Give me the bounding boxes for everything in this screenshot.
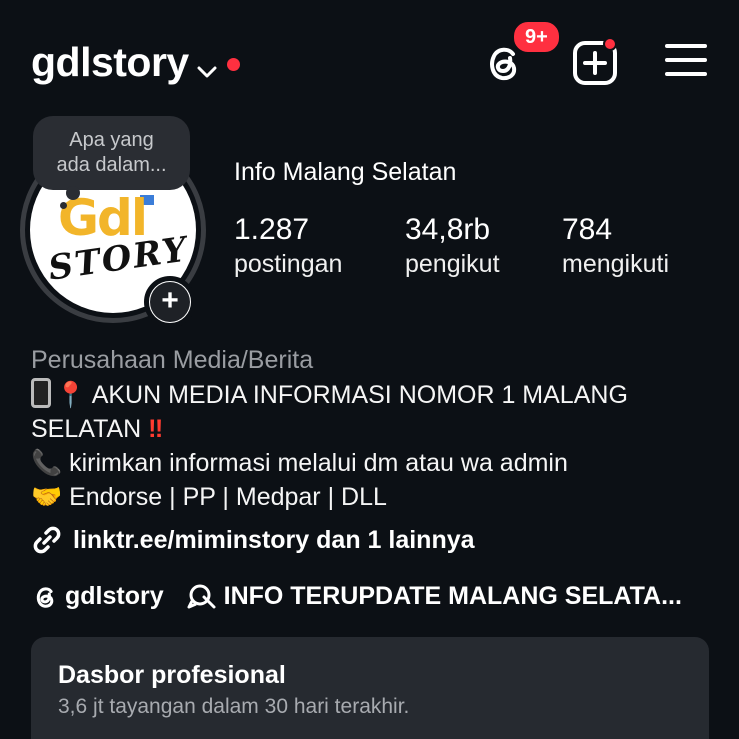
threads-badge: 9+ xyxy=(512,20,561,54)
note-bubble-tail-small xyxy=(60,202,67,209)
bio-line: 📞 kirimkan informasi melalui dm atau wa … xyxy=(31,446,721,480)
bio: 📍 AKUN MEDIA INFORMASI NOMOR 1 MALANG SE… xyxy=(31,378,721,514)
account-switcher[interactable]: gdlstory xyxy=(31,36,240,89)
note-text-line1: Apa yang xyxy=(69,129,154,151)
mobile-phone-icon xyxy=(31,378,51,408)
profile-tags: gdlstory INFO TERUPDATE MALANG SELATA... xyxy=(31,582,682,611)
bio-text: AKUN MEDIA INFORMASI NOMOR 1 MALANG xyxy=(86,381,628,409)
stat-label: pengikut xyxy=(405,250,500,278)
chevron-down-icon xyxy=(197,42,217,89)
external-link[interactable]: linktr.ee/miminstory dan 1 lainnya xyxy=(31,524,475,556)
threads-profile-link[interactable]: gdlstory xyxy=(31,582,164,611)
stat-posts[interactable]: 1.287 postingan xyxy=(234,212,342,280)
bio-line: SELATAN ‼ xyxy=(31,412,721,446)
handshake-icon: 🤝 xyxy=(31,483,63,511)
bio-text: SELATAN xyxy=(31,415,149,443)
bio-text: kirimkan informasi melalui dm atau wa ad… xyxy=(62,449,568,477)
note-bubble-tail xyxy=(66,186,80,200)
stat-value: 784 xyxy=(562,213,613,246)
stat-label: mengikuti xyxy=(562,250,669,278)
bio-text: Endorse | PP | Medpar | DLL xyxy=(62,483,387,511)
bio-line: 📍 AKUN MEDIA INFORMASI NOMOR 1 MALANG xyxy=(31,378,721,412)
stat-following[interactable]: 784 mengikuti xyxy=(562,212,669,280)
stat-value: 34,8rb xyxy=(405,213,491,246)
display-name: Info Malang Selatan xyxy=(234,158,457,186)
pin-icon: 📍 xyxy=(55,381,87,409)
stat-followers[interactable]: 34,8rb pengikut xyxy=(405,212,500,280)
threads-icon xyxy=(36,586,54,608)
username-title: gdlstory xyxy=(31,39,189,85)
threads-handle: gdlstory xyxy=(65,582,164,610)
stat-value: 1.287 xyxy=(234,213,310,246)
professional-dashboard-card[interactable]: Dasbor profesional 3,6 jt tayangan dalam… xyxy=(31,637,709,739)
profile-page: gdlstory 9+ Gdl STORY Apa yang ada dalam… xyxy=(0,0,739,739)
telephone-icon: 📞 xyxy=(31,449,63,477)
dashboard-title: Dasbor profesional xyxy=(58,661,286,689)
stat-label: postingan xyxy=(234,250,343,278)
note-text-line2: ada dalam... xyxy=(56,154,167,176)
add-story-button[interactable]: + xyxy=(144,276,196,328)
notification-dot xyxy=(226,58,240,71)
link-text: linktr.ee/miminstory dan 1 lainnya xyxy=(73,525,475,554)
menu-icon xyxy=(665,44,707,76)
link-icon xyxy=(33,526,61,554)
menu-button[interactable] xyxy=(665,44,707,78)
note-bubble[interactable]: Apa yang ada dalam... xyxy=(33,116,190,190)
create-notification-dot xyxy=(603,37,617,51)
plus-icon: + xyxy=(150,282,190,322)
dashboard-subtitle: 3,6 jt tayangan dalam 30 hari terakhir. xyxy=(58,695,410,718)
profile-category: Perusahaan Media/Berita xyxy=(31,346,314,374)
broadcast-channel-link[interactable]: INFO TERUPDATE MALANG SELATA... xyxy=(186,582,682,611)
double-exclamation-icon: ‼ xyxy=(148,415,164,443)
channel-icon xyxy=(187,584,216,608)
bio-line: 🤝 Endorse | PP | Medpar | DLL xyxy=(31,480,721,514)
channel-name: INFO TERUPDATE MALANG SELATA... xyxy=(223,582,682,610)
